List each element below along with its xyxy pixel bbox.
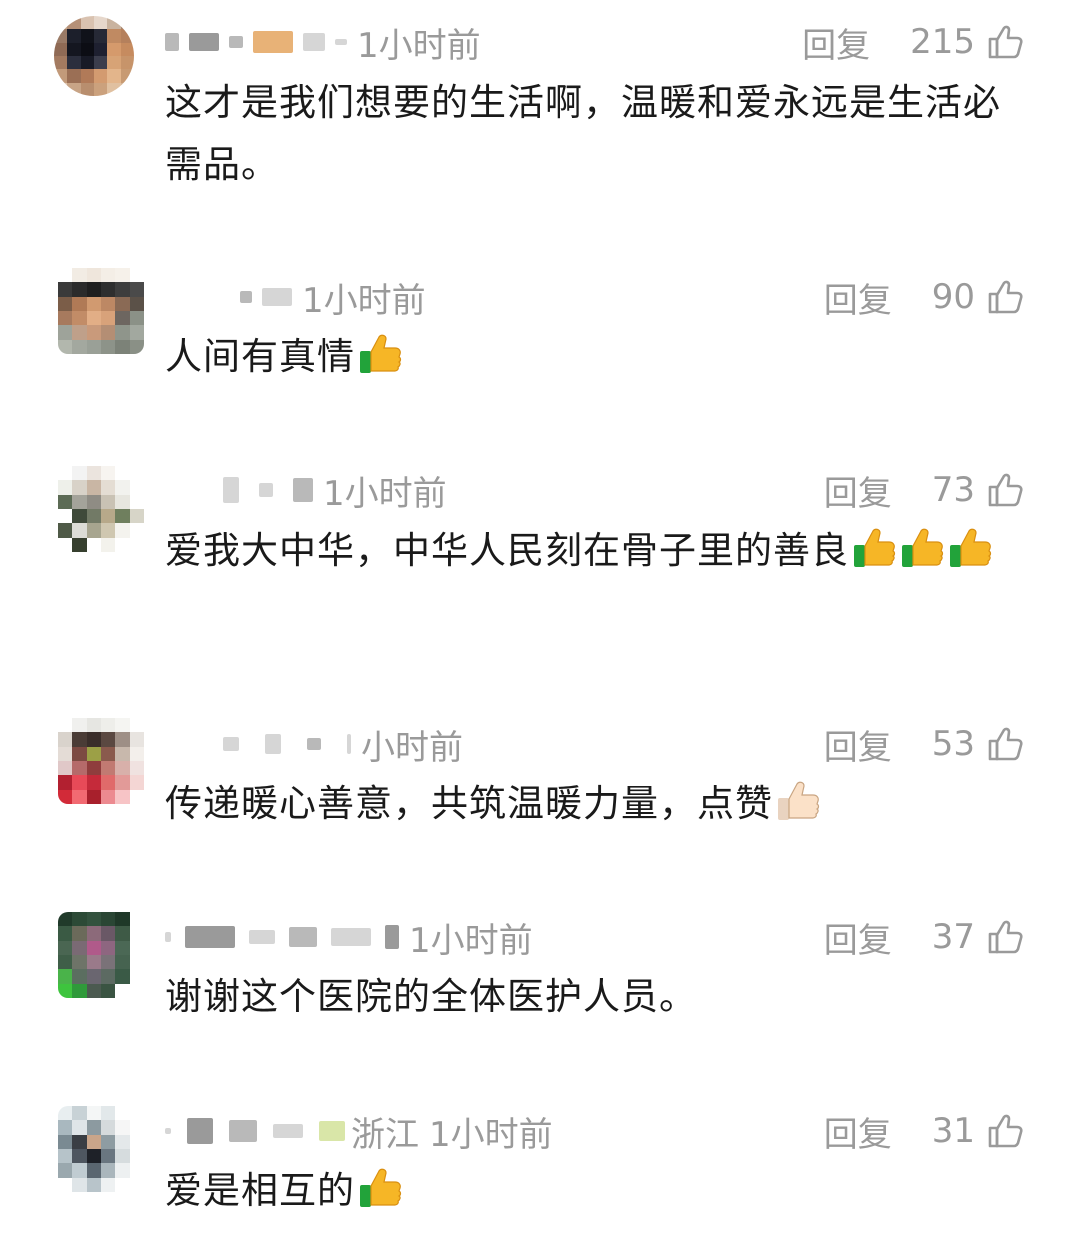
username-redacted[interactable] bbox=[165, 31, 347, 53]
thumbs-up-emoji-icon bbox=[357, 1165, 403, 1211]
username-redacted[interactable] bbox=[165, 1118, 345, 1144]
comment-text: 人间有真情 bbox=[165, 326, 1020, 388]
thumbs-up-emoji-icon bbox=[947, 525, 993, 571]
like-count: 37 bbox=[931, 917, 975, 957]
comment-location: 浙江 bbox=[351, 1114, 419, 1155]
avatar[interactable] bbox=[58, 718, 144, 804]
comment-text-body: 人间有真情 bbox=[165, 335, 355, 378]
like-count: 73 bbox=[931, 470, 975, 510]
comment-meta: 1小时前 回复 37 bbox=[165, 913, 1025, 962]
thumbs-up-emoji-icon bbox=[851, 525, 897, 571]
comment-text-body: 传递暖心善意，共筑温暖力量，点赞 bbox=[165, 782, 773, 825]
reply-button[interactable]: 回复 bbox=[802, 18, 870, 67]
reply-button[interactable]: 回复 bbox=[824, 720, 892, 769]
comment-text: 爱是相互的 bbox=[165, 1160, 1020, 1222]
like-count: 215 bbox=[910, 22, 975, 62]
username-redacted[interactable] bbox=[165, 477, 313, 503]
like-count: 31 bbox=[931, 1111, 975, 1151]
comment-meta: 小时前 回复 53 bbox=[165, 720, 1025, 769]
like-count: 90 bbox=[931, 277, 975, 317]
avatar[interactable] bbox=[58, 1106, 144, 1192]
comment-meta: 1小时前 回复 73 bbox=[165, 466, 1025, 515]
comment-text: 这才是我们想要的生活啊，温暖和爱永远是生活必需品。 bbox=[165, 72, 1020, 196]
comment-meta: 1小时前 回复 215 bbox=[165, 18, 1025, 67]
username-redacted[interactable] bbox=[165, 288, 292, 306]
comment-time: 1小时前 bbox=[357, 25, 481, 66]
avatar[interactable] bbox=[58, 268, 144, 354]
thumbs-up-emoji-icon bbox=[775, 778, 821, 824]
comment-text: 谢谢这个医院的全体医护人员。 bbox=[165, 966, 1020, 1028]
comment-time: 小时前 bbox=[361, 727, 463, 768]
like-count: 53 bbox=[931, 724, 975, 764]
thumbs-up-emoji-icon bbox=[357, 331, 403, 377]
comment-meta: 1小时前 回复 90 bbox=[165, 273, 1025, 322]
comment-text-body: 这才是我们想要的生活啊，温暖和爱永远是生活必需品。 bbox=[165, 81, 1001, 186]
avatar[interactable] bbox=[58, 912, 144, 998]
username-redacted[interactable] bbox=[165, 925, 399, 949]
thumbs-up-outline-icon[interactable] bbox=[985, 22, 1025, 62]
reply-button[interactable]: 回复 bbox=[824, 466, 892, 515]
avatar[interactable] bbox=[54, 16, 134, 96]
comment-time: 1小时前 bbox=[302, 280, 426, 321]
comment-time: 1小时前 bbox=[323, 473, 447, 514]
username-redacted[interactable] bbox=[165, 734, 351, 754]
comment-text-body: 爱我大中华，中华人民刻在骨子里的善良 bbox=[165, 529, 849, 572]
comment-text-body: 爱是相互的 bbox=[165, 1169, 355, 1212]
comment-text: 传递暖心善意，共筑温暖力量，点赞 bbox=[165, 773, 1020, 835]
thumbs-up-outline-icon[interactable] bbox=[985, 724, 1025, 764]
thumbs-up-emoji-icon bbox=[899, 525, 945, 571]
comment-time: 1小时前 bbox=[409, 920, 533, 961]
thumbs-up-outline-icon[interactable] bbox=[985, 470, 1025, 510]
thumbs-up-outline-icon[interactable] bbox=[985, 277, 1025, 317]
comment-text-body: 谢谢这个医院的全体医护人员。 bbox=[165, 975, 697, 1018]
reply-button[interactable]: 回复 bbox=[824, 273, 892, 322]
reply-button[interactable]: 回复 bbox=[824, 1107, 892, 1156]
reply-button[interactable]: 回复 bbox=[824, 913, 892, 962]
comment-meta: 浙江 1小时前 回复 31 bbox=[165, 1107, 1025, 1156]
comment-time: 1小时前 bbox=[429, 1114, 553, 1155]
thumbs-up-outline-icon[interactable] bbox=[985, 1111, 1025, 1151]
thumbs-up-outline-icon[interactable] bbox=[985, 917, 1025, 957]
comment-text: 爱我大中华，中华人民刻在骨子里的善良 bbox=[165, 520, 1020, 582]
avatar[interactable] bbox=[58, 466, 144, 552]
